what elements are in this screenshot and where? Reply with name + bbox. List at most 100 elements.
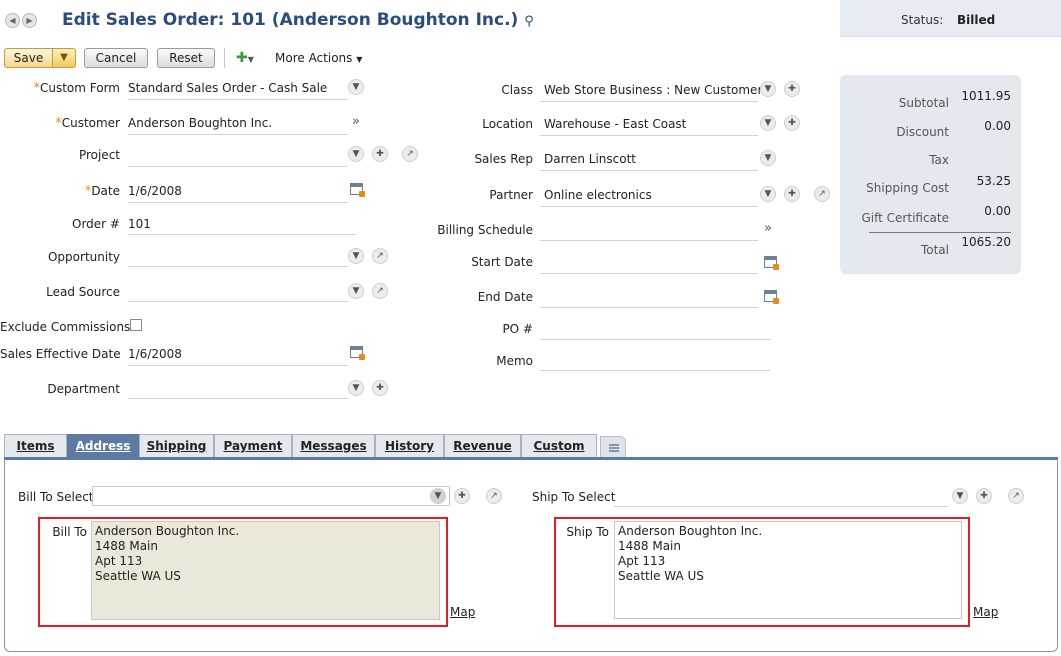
lead-source-label: Lead Source (46, 285, 120, 299)
sales-effective-date-label: Sales Effective Date (0, 347, 121, 361)
dropdown-arrow-icon[interactable]: ▼ (760, 115, 776, 131)
customer-field[interactable]: Anderson Boughton Inc. (128, 116, 272, 130)
dropdown-arrow-icon[interactable]: ▼ (348, 248, 364, 264)
tab-address[interactable]: Address (67, 434, 139, 458)
dropdown-arrow-icon[interactable]: ▼ (760, 81, 776, 97)
save-dropdown-icon[interactable]: ▼ (52, 48, 76, 68)
custom-form-label: *Custom Form (33, 81, 120, 96)
order-summary: Subtotal 1011.95 Discount 0.00 Tax Shipp… (840, 75, 1021, 274)
exclude-commissions-checkbox[interactable] (130, 319, 142, 331)
gift-certificate-value: 0.00 (984, 204, 1011, 218)
add-icon[interactable]: ✚ (454, 488, 470, 504)
shipping-cost-label: Shipping Cost (866, 181, 949, 195)
start-date-field[interactable] (540, 273, 758, 274)
status-value: Billed (957, 13, 996, 27)
po-number-label: PO # (502, 322, 533, 336)
sales-rep-field[interactable]: Darren Linscott (544, 152, 636, 166)
sales-rep-label: Sales Rep (474, 152, 533, 166)
add-icon[interactable]: ✚ (372, 380, 388, 396)
tab-payment[interactable]: Payment (214, 434, 292, 458)
new-record-icon[interactable]: ✚▼ (236, 50, 254, 66)
subtotal-value: 1011.95 (961, 89, 1011, 103)
discount-label: Discount (896, 125, 949, 139)
dropdown-arrow-icon[interactable]: ▼ (952, 488, 968, 504)
status-area: Status: Billed (840, 0, 1061, 37)
custom-form-field[interactable]: Standard Sales Order - Cash Sale (128, 81, 327, 95)
lead-source-field[interactable] (128, 301, 348, 302)
search-icon[interactable]: ⚲ (524, 14, 534, 29)
add-icon[interactable]: ✚ (976, 488, 992, 504)
calendar-icon[interactable] (350, 183, 365, 197)
more-actions-menu[interactable]: More Actions ▼ (275, 51, 362, 65)
add-icon[interactable]: ✚ (784, 81, 800, 97)
open-record-icon[interactable]: ↗ (814, 186, 830, 202)
save-button[interactable]: Save (4, 48, 53, 68)
class-field[interactable]: Web Store Business : New Customer (544, 83, 762, 97)
tab-list-icon[interactable] (600, 436, 626, 458)
double-chevron-icon[interactable]: » (760, 221, 776, 237)
open-record-icon[interactable]: ↗ (1008, 488, 1024, 504)
order-number-field[interactable]: 101 (128, 217, 151, 231)
date-field[interactable]: 1/6/2008 (128, 184, 182, 198)
tab-custom[interactable]: Custom (521, 434, 597, 458)
subtotal-label: Subtotal (898, 96, 949, 110)
back-arrow-icon[interactable]: ◀ (5, 13, 20, 28)
add-icon[interactable]: ✚ (372, 146, 388, 162)
ship-to-map-link[interactable]: Map (973, 605, 998, 619)
calendar-icon[interactable] (764, 256, 779, 270)
forward-arrow-icon[interactable]: ▶ (22, 13, 37, 28)
dropdown-arrow-icon[interactable]: ▼ (348, 380, 364, 396)
status-label: Status: (901, 13, 944, 27)
opportunity-field[interactable] (128, 266, 348, 267)
bill-to-select-dropdown[interactable] (92, 486, 450, 506)
reset-button[interactable]: Reset (157, 48, 215, 68)
add-icon[interactable]: ✚ (784, 115, 800, 131)
memo-field[interactable] (540, 370, 770, 371)
sales-effective-date-field[interactable]: 1/6/2008 (128, 347, 182, 361)
ship-to-select-label: Ship To Select (532, 490, 616, 504)
dropdown-arrow-icon[interactable]: ▼ (348, 283, 364, 299)
total-label: Total (920, 243, 949, 257)
tab-revenue[interactable]: Revenue (444, 434, 521, 458)
billing-schedule-field[interactable] (540, 240, 758, 241)
dropdown-arrow-icon[interactable]: ▼ (348, 79, 364, 95)
open-record-icon[interactable]: ↗ (486, 488, 502, 504)
tab-messages[interactable]: Messages (292, 434, 375, 458)
discount-value: 0.00 (984, 119, 1011, 133)
memo-label: Memo (496, 354, 533, 368)
tab-history[interactable]: History (375, 434, 444, 458)
page-title: Edit Sales Order: 101 (Anderson Boughton… (62, 10, 534, 30)
department-field[interactable] (128, 398, 348, 399)
order-number-label: Order # (72, 217, 120, 231)
highlight-box (554, 517, 970, 627)
end-date-label: End Date (477, 290, 533, 304)
tab-items[interactable]: Items (4, 434, 67, 458)
location-label: Location (482, 117, 533, 131)
add-icon[interactable]: ✚ (784, 186, 800, 202)
cancel-button[interactable]: Cancel (84, 48, 148, 68)
open-record-icon[interactable]: ↗ (372, 248, 388, 264)
page-header: ◀ ▶ Edit Sales Order: 101 (Anderson Boug… (0, 0, 1061, 40)
project-label: Project (78, 148, 120, 162)
open-record-icon[interactable]: ↗ (372, 283, 388, 299)
bill-to-map-link[interactable]: Map (450, 605, 475, 619)
location-field[interactable]: Warehouse - East Coast (544, 117, 686, 131)
calendar-icon[interactable] (350, 346, 365, 360)
department-label: Department (47, 382, 120, 396)
dropdown-arrow-icon[interactable]: ▼ (760, 186, 776, 202)
dropdown-arrow-icon[interactable]: ▼ (348, 146, 364, 162)
end-date-field[interactable] (540, 307, 758, 308)
ship-to-select-dropdown[interactable] (614, 506, 948, 507)
total-value: 1065.20 (961, 235, 1011, 249)
dropdown-arrow-icon[interactable]: ▼ (430, 488, 446, 504)
dropdown-arrow-icon[interactable]: ▼ (760, 150, 776, 166)
gift-certificate-label: Gift Certificate (861, 211, 950, 225)
tab-shipping[interactable]: Shipping (139, 434, 214, 458)
po-number-field[interactable] (540, 339, 770, 340)
toolbar-divider (224, 48, 225, 68)
partner-field[interactable]: Online electronics (544, 188, 652, 202)
open-record-icon[interactable]: ↗ (402, 146, 418, 162)
billing-schedule-label: Billing Schedule (437, 223, 533, 237)
double-chevron-icon[interactable]: » (348, 114, 364, 130)
calendar-icon[interactable] (764, 290, 779, 304)
